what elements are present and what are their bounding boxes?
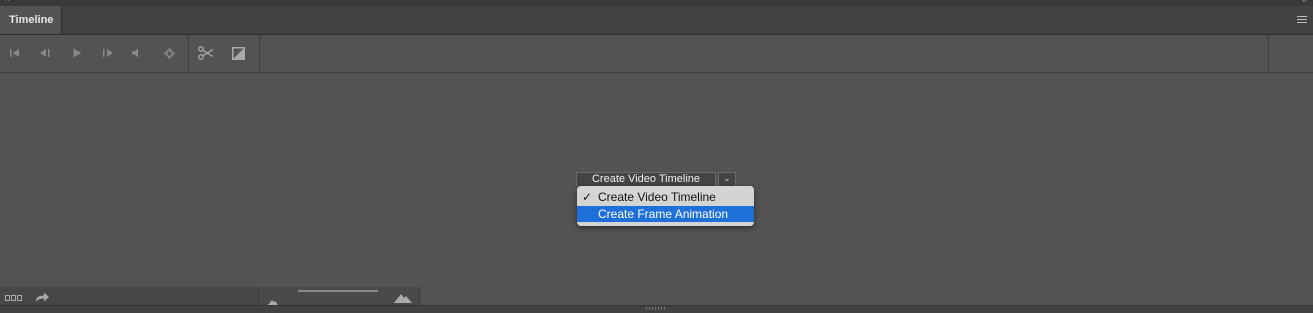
collapse-panel-icon[interactable]: «: [1301, 0, 1307, 5]
play-icon[interactable]: [69, 45, 85, 61]
transition-icon[interactable]: [230, 45, 246, 61]
menu-item-create-frame-animation[interactable]: Create Frame Animation: [577, 206, 754, 222]
create-timeline-menu: ✓ Create Video Timeline Create Frame Ani…: [577, 186, 754, 226]
toolbar-divider: [1268, 35, 1269, 72]
chevron-down-icon[interactable]: ⌄: [718, 172, 736, 186]
timeline-bottom-bar: [0, 287, 1295, 305]
checkmark-icon: ✓: [582, 190, 593, 204]
gear-icon[interactable]: [161, 45, 177, 61]
tab-timeline[interactable]: Timeline: [0, 6, 62, 34]
create-video-timeline-button[interactable]: Create Video Timeline: [576, 172, 716, 186]
tab-label: Timeline: [9, 14, 54, 26]
menu-item-label: Create Video Timeline: [598, 190, 716, 204]
bottom-right-segment: [420, 287, 1295, 305]
step-forward-icon[interactable]: [100, 45, 116, 61]
menu-item-label: Create Frame Animation: [598, 207, 729, 221]
speaker-icon[interactable]: [128, 45, 144, 61]
zoom-slider[interactable]: [298, 290, 378, 292]
step-back-icon[interactable]: [37, 45, 53, 61]
toolbar-divider: [259, 35, 260, 72]
skip-to-start-icon[interactable]: [7, 45, 23, 61]
scissors-icon[interactable]: [198, 45, 214, 61]
bottom-left-segment: [0, 287, 259, 305]
timeline-toolbar: [0, 35, 1313, 73]
hamburger-menu-icon[interactable]: [1297, 16, 1307, 24]
panel-tab-row: Timeline: [0, 6, 1313, 35]
resize-grip-icon[interactable]: [646, 307, 666, 310]
close-panel-icon[interactable]: ×: [4, 0, 10, 5]
toolbar-divider: [188, 35, 189, 72]
menu-item-create-video-timeline[interactable]: ✓ Create Video Timeline: [577, 189, 754, 205]
